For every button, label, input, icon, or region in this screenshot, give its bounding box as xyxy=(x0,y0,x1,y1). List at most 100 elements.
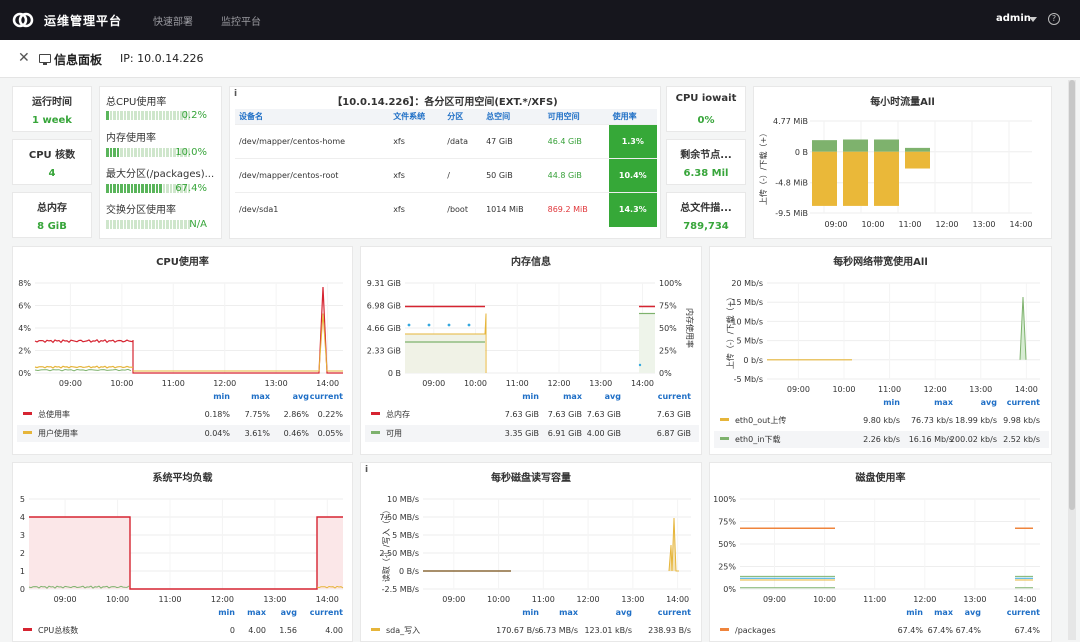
help-icon[interactable]: ? xyxy=(1048,13,1060,25)
nav-quick-deploy[interactable]: 快速部署 xyxy=(153,13,193,28)
legend-value: 67.4% xyxy=(928,626,954,635)
legend-header: max xyxy=(563,392,583,401)
y-tick-label: 50% xyxy=(718,540,736,549)
bar xyxy=(843,151,868,206)
gauge-segment xyxy=(145,184,148,193)
gauge-segment xyxy=(155,220,159,229)
gauge-bar xyxy=(106,220,191,229)
col-header[interactable]: 可用空间 xyxy=(543,109,609,125)
y-axis-label: 上传（-）/下载（+） xyxy=(725,293,735,369)
gauge-segment xyxy=(166,111,169,120)
nav-monitor[interactable]: 监控平台 xyxy=(221,13,261,28)
table-row: /dev/mapper/centos-root xfs / 50 GiB 44.… xyxy=(235,158,657,193)
stat-cpu-cores: CPU 核数 4 xyxy=(12,139,92,185)
col-header[interactable]: 文件系统 xyxy=(389,109,444,125)
y-tick-label: 0 xyxy=(20,585,25,594)
legend-value: 2.52 kb/s xyxy=(1003,435,1040,444)
cell-mount: /boot xyxy=(443,192,483,227)
legend-swatch xyxy=(23,628,32,631)
stat-uptime: 运行时间 1 week xyxy=(12,86,92,132)
legend-value: 7.63 GiB xyxy=(548,410,582,419)
gauge-segment xyxy=(141,184,145,193)
legend-value: 7.63 GiB xyxy=(657,410,691,419)
x-tick-label: 13:00 xyxy=(969,385,992,394)
close-icon[interactable]: ✕ xyxy=(18,50,30,66)
gauge-segment xyxy=(169,184,173,193)
col-header[interactable]: 使用率 xyxy=(608,109,657,125)
legend-header: current xyxy=(1007,608,1040,617)
y-tick-label: 20 Mb/s xyxy=(731,279,763,288)
user-menu[interactable]: admin xyxy=(996,13,1031,24)
gauge-segment xyxy=(113,184,116,193)
gauge-segment xyxy=(134,184,137,193)
x-tick-label: 11:00 xyxy=(162,379,185,388)
y2-tick-label: 75% xyxy=(659,302,677,311)
legend-swatch xyxy=(720,628,729,631)
y-tick-label: 2% xyxy=(18,347,31,356)
y-tick-label: 9.31 GiB xyxy=(367,279,401,288)
legend-value: 16.16 Mb/s xyxy=(909,435,953,444)
x-tick-label: 11:00 xyxy=(878,385,901,394)
mem-avail-area xyxy=(639,313,655,373)
legend-header: avg xyxy=(981,398,998,407)
net-in-line xyxy=(1019,296,1027,360)
stat-mem-total: 总内存 8 GiB xyxy=(12,192,92,238)
legend-header: min xyxy=(218,608,235,617)
gauge-segment xyxy=(152,111,155,120)
y2-tick-label: 0% xyxy=(659,369,672,378)
legend-name: 可用 xyxy=(386,429,402,438)
cell-usage: 1.3% xyxy=(608,124,657,159)
legend-name: 用户使用率 xyxy=(38,428,78,438)
y-tick-label: 5 Mb/s xyxy=(737,337,763,346)
y-tick-label: 6% xyxy=(18,302,31,311)
col-header[interactable]: 设备名 xyxy=(235,109,390,125)
legend-header: current xyxy=(310,392,343,401)
load-panel: 系统平均负载 5 4 3 2 1 0 09:00 10:00 11:00 12:00 13:00 14… xyxy=(12,462,353,642)
x-tick-label: 14:00 xyxy=(631,379,654,388)
gauge-value: N/A xyxy=(189,219,207,230)
stat-label: 总内存 xyxy=(37,203,67,214)
col-header[interactable]: 分区 xyxy=(443,109,483,125)
legend-value: 7.75% xyxy=(245,410,271,419)
gauge-segment xyxy=(116,184,120,193)
x-tick-label: 14:00 xyxy=(1009,220,1032,229)
x-tick-label: 12:00 xyxy=(577,595,600,604)
gauge-segment xyxy=(106,184,109,193)
legend-header: min xyxy=(906,608,923,617)
legend-value: 2.86% xyxy=(284,410,310,419)
gauge-segment xyxy=(137,148,141,157)
cpu-usage-panel: CPU使用率 8% 6% 4% 2% 0% 09:00 10:00 11:00 12:00 13:… xyxy=(12,246,353,455)
gauge-segment xyxy=(152,184,155,193)
legend-value: 0.05% xyxy=(318,429,344,438)
cell-mount: / xyxy=(443,158,483,193)
legend-value: 67.4% xyxy=(956,626,982,635)
legend-name: eth0_out上传 xyxy=(735,415,786,425)
gauge-segment xyxy=(148,111,152,120)
cell-total: 50 GiB xyxy=(482,158,544,193)
col-header[interactable]: 总空间 xyxy=(482,109,544,125)
legend-value: 1.56 xyxy=(279,626,297,635)
stat-label: CPU iowait xyxy=(675,93,737,104)
y-tick-label: 25% xyxy=(718,563,736,572)
gauge-segment xyxy=(113,148,116,157)
chevron-down-icon[interactable] xyxy=(1029,17,1037,22)
stat-value: 4 xyxy=(48,168,56,179)
scrollbar[interactable] xyxy=(1068,80,1076,640)
x-tick-label: 09:00 xyxy=(787,385,810,394)
gauge-segment xyxy=(127,220,130,229)
bar xyxy=(874,151,899,206)
x-tick-label: 12:00 xyxy=(211,595,234,604)
y-tick-label: 10 Mb/s xyxy=(731,317,763,326)
legend-value: 4.00 xyxy=(248,626,266,635)
scrollbar-thumb[interactable] xyxy=(1069,80,1075,510)
gauge-segment xyxy=(137,220,141,229)
y-tick-label: -5 Mb/s xyxy=(734,375,763,384)
disk-usage-panel: 磁盘使用率 100% 75% 50% 25% 0% 09:00 10:00 11:00 12:0… xyxy=(709,462,1052,642)
cpu-user-line xyxy=(133,313,343,372)
gauge-segment xyxy=(141,220,145,229)
gauge-segment xyxy=(116,148,120,157)
mem-pct-point xyxy=(638,363,642,367)
app-title[interactable]: 运维管理平台 xyxy=(44,12,122,29)
cpu-usage-chart: 8% 6% 4% 2% 0% 09:00 10:00 11:00 12:00 13:00 14:00… xyxy=(17,279,350,442)
legend-header: avg xyxy=(605,392,622,401)
